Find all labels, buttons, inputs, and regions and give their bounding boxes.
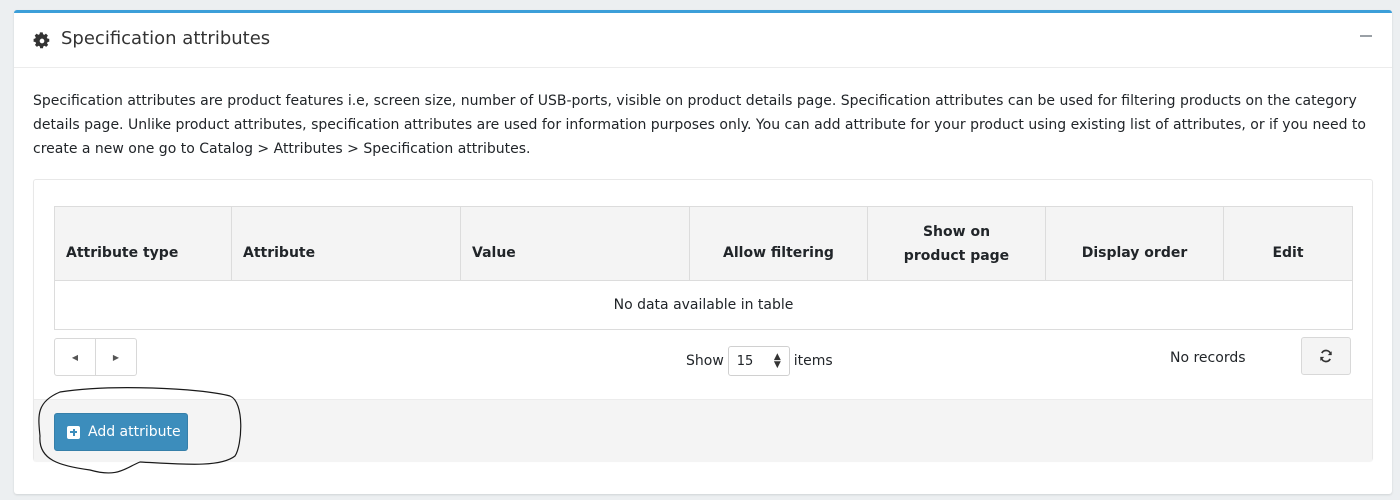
page-size-select[interactable]: 15 ▲ ▼	[727, 346, 790, 376]
table-header-row: Attribute type Attribute Value Allow fil…	[54, 206, 1353, 281]
page-size-value: 15	[736, 353, 754, 369]
records-info: No records	[1170, 350, 1246, 366]
column-header-value[interactable]: Value	[460, 206, 690, 281]
attributes-table: Attribute type Attribute Value Allow fil…	[54, 206, 1353, 330]
attributes-grid-box: Attribute type Attribute Value Allow fil…	[33, 179, 1373, 461]
previous-page-button[interactable]: ◀	[55, 339, 95, 375]
table-row: No data available in table	[54, 280, 1353, 330]
column-header-attribute[interactable]: Attribute	[231, 206, 461, 281]
caret-left-icon: ◀	[71, 352, 79, 362]
column-header-edit[interactable]: Edit	[1223, 206, 1353, 281]
items-label: items	[793, 353, 833, 369]
refresh-icon	[1320, 349, 1332, 363]
add-attribute-button[interactable]: Add attribute	[54, 413, 188, 451]
refresh-button[interactable]	[1301, 337, 1351, 375]
select-arrows-icon: ▲ ▼	[773, 352, 781, 370]
specification-attributes-panel: Specification attributes Specification a…	[14, 10, 1392, 494]
page-size-control: Show 15 ▲ ▼ items	[686, 346, 833, 376]
column-header-display-order[interactable]: Display order	[1045, 206, 1224, 281]
column-header-attribute-type[interactable]: Attribute type	[54, 206, 232, 281]
column-header-show-on-product-page[interactable]: Show on product page	[867, 206, 1046, 281]
gear-icon	[33, 32, 50, 49]
add-attribute-label: Add attribute	[88, 424, 181, 440]
caret-right-icon: ▶	[112, 352, 120, 362]
column-header-allow-filtering[interactable]: Allow filtering	[689, 206, 868, 281]
plus-square-icon	[67, 425, 80, 439]
minus-icon[interactable]	[1360, 35, 1372, 37]
panel-header[interactable]: Specification attributes	[14, 13, 1392, 68]
pagination-controls: ◀ ▶	[54, 338, 137, 376]
panel-title: Specification attributes	[61, 28, 271, 49]
panel-description: Specification attributes are product fea…	[33, 93, 1366, 157]
empty-table-message: No data available in table	[54, 280, 1353, 330]
show-label: Show	[686, 353, 724, 369]
panel-footer: Add attribute	[34, 399, 1372, 461]
next-page-button[interactable]: ▶	[95, 339, 136, 375]
